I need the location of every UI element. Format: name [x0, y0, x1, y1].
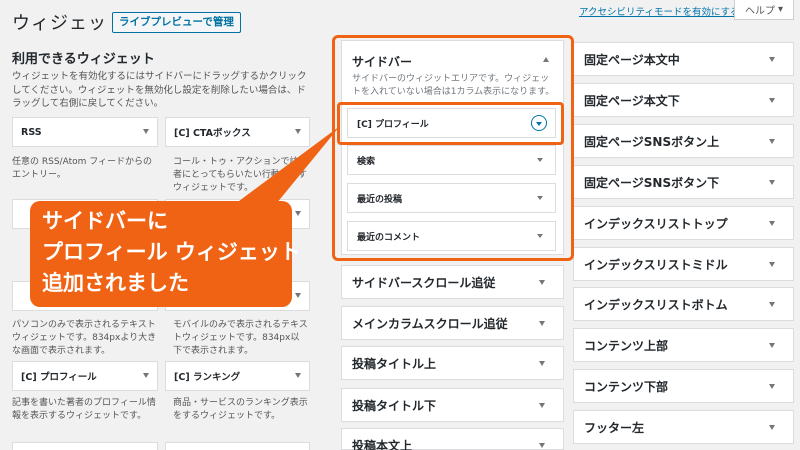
widget-cut-off[interactable]: [165, 442, 310, 450]
widget-label: [C] プロフィール: [21, 372, 97, 383]
chevron-down-icon[interactable]: [295, 211, 301, 216]
area-right-9[interactable]: フッター左: [573, 410, 794, 444]
caret-down-icon: ▾: [777, 4, 784, 15]
area-label: インデックスリストボトム: [584, 297, 728, 312]
chevron-down-icon[interactable]: [539, 280, 545, 285]
chevron-down-icon[interactable]: [769, 57, 775, 62]
chevron-down-icon[interactable]: [769, 384, 775, 389]
area-right-5[interactable]: インデックスリストミドル: [573, 247, 794, 281]
area-post-body-above[interactable]: 投稿本文上: [341, 428, 564, 450]
available-widgets-title: 利用できるウィジェット: [12, 52, 155, 67]
area-label: 固定ページSNSボタン下: [584, 175, 720, 190]
widget-description: 任意の RSS/Atom フィードからのエントリー。: [12, 157, 153, 180]
annotation-callout: サイドバーに プロフィール ウィジェット 追加されました: [30, 201, 301, 307]
area-label: 投稿本文上: [352, 439, 413, 450]
area-right-4[interactable]: インデックスリストトップ: [573, 206, 794, 240]
area-label: 投稿タイトル上: [352, 356, 437, 371]
area-label: フッター左: [584, 420, 645, 435]
chevron-down-icon[interactable]: [539, 443, 545, 448]
widget-description: 記事を書いた著者のプロフィール情報を表示するウィジェットです。: [12, 398, 156, 421]
callout-line-3: 追加されました: [42, 271, 189, 295]
chevron-down-icon[interactable]: [769, 262, 775, 267]
widget-label: RSS: [21, 126, 42, 138]
callout-line-1: サイドバーに: [42, 209, 168, 233]
area-right-3[interactable]: 固定ページSNSボタン下: [573, 165, 794, 199]
help-tab-label: ヘルプ: [744, 6, 775, 17]
chevron-down-icon[interactable]: [769, 425, 775, 430]
area-right-8[interactable]: コンテンツ下部: [573, 369, 794, 403]
area-main-scroll-follow[interactable]: メインカラムスクロール追従: [341, 306, 564, 340]
area-post-title-below[interactable]: 投稿タイトル下: [341, 388, 564, 422]
area-label: コンテンツ下部: [584, 379, 669, 394]
area-post-title-above[interactable]: 投稿タイトル上: [341, 346, 564, 380]
area-label: 固定ページSNSボタン上: [584, 134, 720, 149]
widget-cta-box[interactable]: [C] CTAボックス: [165, 117, 310, 147]
accessibility-mode-link[interactable]: アクセシビリティモードを有効にする: [579, 4, 740, 18]
widget-description: パソコンのみで表示されるテキストウィジェットです。834pxより大きな画面で表示…: [12, 320, 157, 356]
area-label: 固定ページ本文下: [584, 93, 680, 108]
area-right-6[interactable]: インデックスリストボトム: [573, 287, 794, 321]
area-label: インデックスリストミドル: [584, 257, 728, 272]
area-label: 固定ページ本文中: [584, 52, 680, 67]
widget-label: [C] CTAボックス: [174, 128, 251, 139]
area-right-2[interactable]: 固定ページSNSボタン上: [573, 124, 794, 158]
chevron-down-icon[interactable]: [769, 302, 775, 307]
profile-widget-highlight-frame: [337, 102, 564, 145]
chevron-down-icon[interactable]: [769, 343, 775, 348]
chevron-down-icon[interactable]: [769, 139, 775, 144]
chevron-down-icon[interactable]: [295, 293, 301, 298]
area-right-1[interactable]: 固定ページ本文下: [573, 83, 794, 117]
area-label: サイドバースクロール追従: [352, 275, 496, 290]
manage-live-preview-button[interactable]: ライブプレビューで管理: [112, 12, 241, 33]
chevron-down-icon[interactable]: [295, 373, 301, 378]
widget-description: コール・トゥ・アクションで訪問者にとってもらいたい行動を示すウィジェットです。: [173, 157, 308, 193]
area-label: インデックスリストトップ: [584, 216, 728, 231]
available-widgets-description: ウィジェットを有効化するにはサイドバーにドラッグするかクリックしてください。ウィ…: [12, 71, 307, 109]
widget-ranking[interactable]: [C] ランキング: [165, 361, 310, 391]
chevron-down-icon[interactable]: [539, 403, 545, 408]
widget-description: モバイルのみで表示されるテキストウィジェットです。834px以下で表示されます。: [173, 320, 308, 356]
chevron-down-icon[interactable]: [143, 129, 149, 134]
area-sidebar-scroll-follow[interactable]: サイドバースクロール追従: [341, 265, 564, 299]
chevron-down-icon[interactable]: [769, 98, 775, 103]
help-tab[interactable]: ヘルプ ▾: [734, 0, 794, 20]
chevron-down-icon[interactable]: [295, 129, 301, 134]
sidebar-highlight-frame: [332, 35, 574, 261]
callout-line-2: プロフィール ウィジェット: [42, 240, 301, 264]
area-right-0[interactable]: 固定ページ本文中: [573, 42, 794, 76]
chevron-down-icon[interactable]: [769, 180, 775, 185]
widget-label: [C] ランキング: [174, 372, 241, 383]
chevron-down-icon[interactable]: [769, 221, 775, 226]
page-title: ウィジェット: [12, 13, 126, 34]
area-label: 投稿タイトル下: [352, 398, 437, 413]
area-label: メインカラムスクロール追従: [352, 316, 508, 331]
area-label: コンテンツ上部: [584, 338, 669, 353]
area-right-7[interactable]: コンテンツ上部: [573, 328, 794, 362]
widget-rss[interactable]: RSS: [12, 117, 158, 147]
chevron-down-icon[interactable]: [143, 373, 149, 378]
widget-profile[interactable]: [C] プロフィール: [12, 361, 158, 391]
chevron-down-icon[interactable]: [539, 321, 545, 326]
chevron-down-icon[interactable]: [539, 361, 545, 366]
widget-description: 商品・サービスのランキング表示をするウィジェットです。: [173, 398, 308, 421]
widget-cut-off[interactable]: [12, 442, 158, 450]
